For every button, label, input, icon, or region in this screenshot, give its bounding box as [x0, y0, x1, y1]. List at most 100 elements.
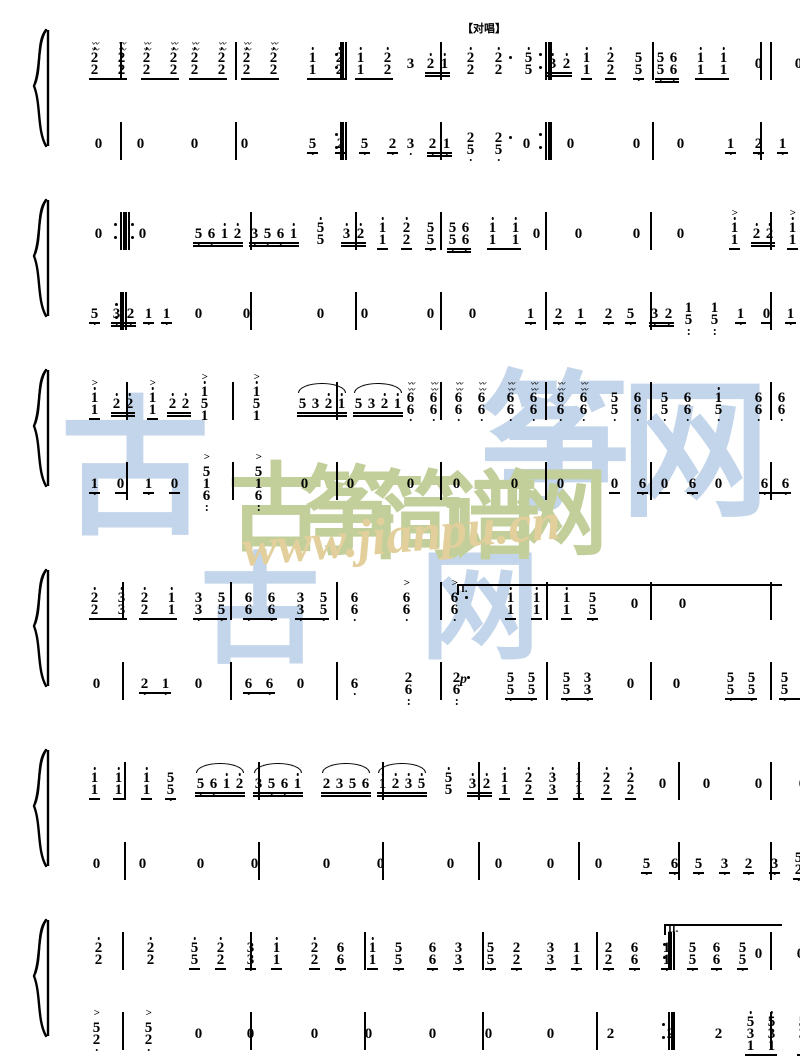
beam-line — [605, 78, 616, 80]
beam-line — [245, 968, 256, 970]
note-column: 66 — [348, 591, 361, 621]
note-digit: 1 — [511, 232, 520, 248]
note-digit: 0 — [556, 476, 565, 492]
note-group-inner: 0 — [700, 777, 713, 792]
note-column: 11 — [486, 217, 499, 248]
note-group: 2 — [334, 114, 347, 174]
note-group-inner: 1 — [142, 307, 155, 325]
note-group-inner: 33 — [546, 767, 559, 800]
beam-line — [189, 78, 227, 80]
note-column: 55 — [736, 941, 749, 971]
note-column: 22 — [522, 767, 535, 798]
note-digit: 1 — [308, 62, 317, 78]
beam-line — [745, 1054, 777, 1056]
beam-line — [335, 968, 346, 970]
note-digit: 1 — [532, 602, 541, 618]
note-digit: 6 — [402, 683, 415, 705]
octave-dot — [371, 937, 374, 940]
note-digit: 0 — [630, 596, 639, 612]
note-group: 0 — [358, 284, 371, 344]
note-digit: 3 — [546, 53, 559, 72]
note-digit: 2 — [242, 62, 251, 78]
note-group: 0 — [136, 204, 149, 264]
note-group: 11 — [498, 754, 511, 814]
beam-line — [271, 968, 282, 970]
note-group: 0 — [450, 454, 463, 514]
note-digit: 2 — [480, 773, 493, 792]
octave-dot — [120, 587, 123, 590]
note-column: 55 — [632, 51, 645, 81]
beam-line — [687, 492, 698, 494]
note-group-inner: 0 — [508, 477, 521, 492]
note-column: 0 — [794, 947, 800, 962]
beam-line — [547, 798, 558, 800]
note-group-inner: 11 — [140, 767, 153, 800]
note-digit: 1 — [335, 393, 348, 412]
note-digit: 0 — [364, 1026, 373, 1042]
note-column: 33 — [294, 591, 307, 621]
repeat-double-barline — [114, 212, 134, 250]
note-group: 22 — [144, 924, 157, 984]
note-group-inner: 15 — [682, 301, 695, 335]
beam-line — [751, 242, 775, 244]
accent-icon: > — [201, 371, 208, 383]
note-group-inner: 0 — [92, 137, 105, 152]
octave-dot — [480, 418, 483, 421]
note-group-inner: 0 — [314, 307, 327, 322]
note-column: 33 — [192, 591, 205, 621]
note-group: 1 1 > — [146, 374, 159, 434]
note-group-inner: 5 — [88, 307, 101, 325]
note-group: 52 — [792, 834, 800, 894]
note-group-inner: 0 — [554, 476, 567, 492]
note-digit: 5 — [624, 307, 637, 325]
note-group: 0 — [482, 1004, 495, 1064]
note-group-inner: 66 — [242, 677, 276, 695]
note-group: 6 — [636, 454, 649, 514]
beam-line — [633, 78, 644, 80]
note-group-inner: 22 — [92, 937, 105, 968]
note-group: 32 — [340, 204, 367, 264]
note-group-inner: 1111 — [694, 47, 730, 80]
note-group: 11 — [504, 574, 517, 634]
note-column: 6 — [668, 857, 681, 875]
note-group: 0 — [192, 1004, 205, 1064]
octave-dot — [407, 698, 410, 701]
barline — [545, 212, 547, 250]
note-digit: 2 — [334, 137, 347, 155]
note-digit: 1 — [88, 477, 101, 495]
note-group: 0 — [700, 754, 713, 814]
beam-line — [787, 248, 798, 250]
note-digit: 6 — [242, 677, 255, 695]
note-group: 11 — [376, 204, 389, 264]
beam-line — [751, 245, 775, 247]
note-digit: 3 — [294, 603, 307, 621]
note-group-inner: 6666 — [752, 391, 788, 421]
note-group-inner: 0 — [466, 307, 479, 322]
beam-line — [141, 798, 152, 800]
beam-line — [321, 795, 371, 797]
note-digit: 0 — [762, 306, 771, 322]
octave-dot — [170, 587, 173, 590]
beam-line — [115, 492, 126, 494]
note-group-inner: 1 — [142, 477, 155, 495]
beam-line — [243, 692, 275, 694]
repeat-end-barline — [539, 122, 552, 160]
note-group-inner: 531313 — [796, 1015, 800, 1056]
note-group-inner: 15 — [712, 387, 725, 421]
note-group: 25 — [492, 114, 512, 174]
octave-dot — [311, 47, 314, 50]
note-digit: 0 — [594, 856, 603, 872]
note-digit: 6 — [636, 477, 649, 495]
note-group: 0 — [344, 454, 357, 514]
note-digit: 6 — [265, 603, 278, 621]
note-digit: 0 — [116, 476, 125, 492]
note-group: 2 — [552, 284, 565, 344]
beam-line — [601, 798, 612, 800]
note-group-inner: 6 6 〰〰 6 6 〰〰 — [452, 381, 488, 421]
note-digit: 2 — [389, 773, 402, 792]
beam-line — [89, 618, 127, 620]
note-group: 22 — [522, 754, 535, 814]
beam-line — [295, 618, 329, 620]
tremolo-icon: 〰〰 — [270, 40, 278, 54]
note-column: 6 6 > — [400, 578, 413, 621]
